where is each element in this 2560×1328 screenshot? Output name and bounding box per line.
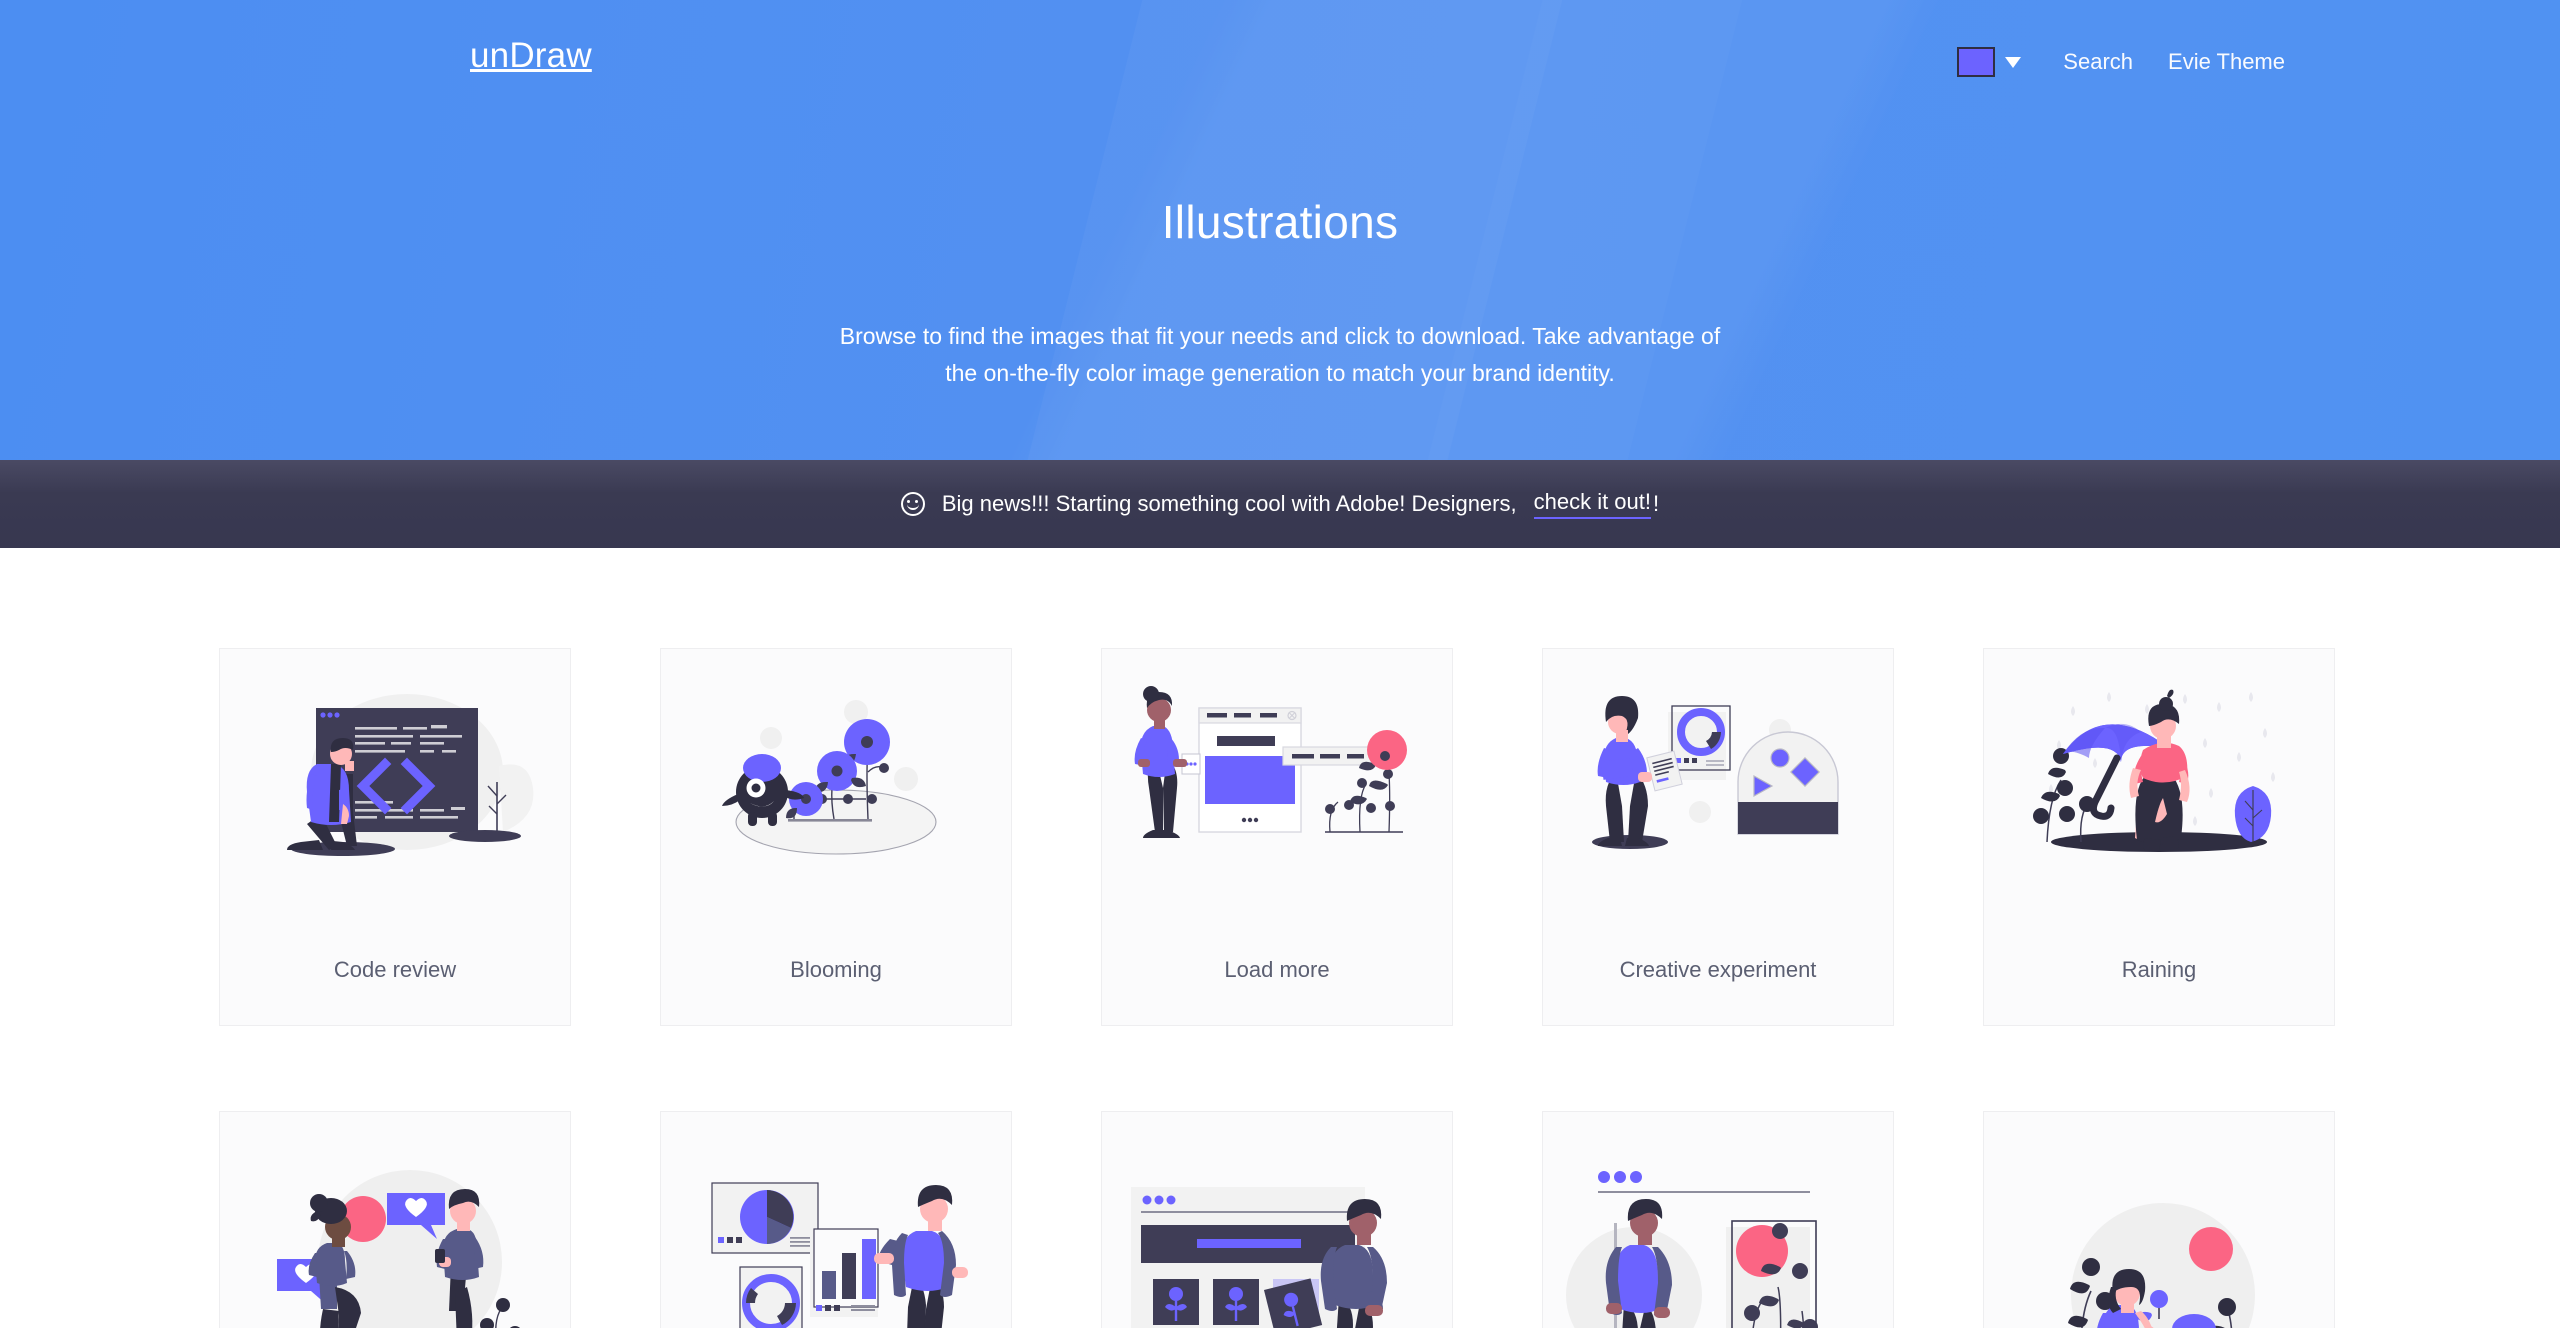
illustration-card-label: Code review <box>333 957 457 982</box>
illustration-card-load-more[interactable]: Load more <box>1101 648 1453 1026</box>
illustration-card-label: Raining <box>2121 957 2197 982</box>
charts-man-illustration <box>660 1112 1012 1328</box>
smiley-face-icon <box>900 492 925 516</box>
code-review-illustration <box>219 649 571 929</box>
illustration-card-blooming[interactable]: Blooming <box>660 648 1012 1026</box>
raining-illustration <box>1983 649 2335 929</box>
illustration-card-label: Creative experiment <box>1619 957 1817 982</box>
illustration-card-label: Load more <box>1224 957 1330 982</box>
color-swatch-icon[interactable] <box>1957 47 1996 77</box>
page-title: Illustrations <box>1161 196 1399 248</box>
nav-link-evie-theme[interactable]: Evie Theme <box>2168 49 2285 75</box>
illustration-card-framed-flowers[interactable] <box>1542 1111 1894 1328</box>
illustration-card-image-tiles[interactable] <box>1101 1111 1453 1328</box>
load-more-illustration <box>1101 649 1453 929</box>
illustration-card-label: Blooming <box>790 957 882 982</box>
announcement-banner: Big news!!! Starting something cool with… <box>0 460 2560 548</box>
illustration-card-code-review[interactable]: Code review <box>219 648 571 1026</box>
social-hearts-illustration <box>219 1112 571 1328</box>
illustration-gallery: Code review Blooming Load more Creative … <box>0 548 2560 1328</box>
illustration-card-social-hearts[interactable] <box>219 1111 571 1328</box>
chevron-down-icon[interactable] <box>2005 56 2022 68</box>
hero-subtitle-line-2: the on-the-fly color image generation to… <box>945 360 1615 387</box>
hero-subtitle-line-1: Browse to find the images that fit your … <box>839 323 1721 349</box>
illustration-card-creative-experiment[interactable]: Creative experiment <box>1542 648 1894 1026</box>
image-tiles-illustration <box>1101 1112 1453 1328</box>
hero-subtitle: Browse to find the images that fit your … <box>0 318 2560 393</box>
nav-link-search[interactable]: Search <box>2063 49 2133 75</box>
framed-flowers-illustration <box>1542 1112 1894 1328</box>
illustration-card-raining[interactable]: Raining <box>1983 648 2335 1026</box>
color-picker-group[interactable] <box>1957 47 2022 77</box>
illustration-card-girl-creature[interactable] <box>1983 1111 2335 1328</box>
creative-experiment-illustration <box>1542 649 1894 929</box>
announcement-banner-content: Big news!!! Starting something cool with… <box>900 489 1660 519</box>
blooming-illustration <box>660 649 1012 929</box>
top-navigation-bar: unDraw Search Evie Theme <box>0 0 2560 110</box>
announcement-link[interactable]: check it out! <box>1533 489 1651 519</box>
illustration-card-charts-man[interactable] <box>660 1111 1012 1328</box>
announcement-text: Big news!!! Starting something cool with… <box>941 491 1517 516</box>
illustration-grid: Code review Blooming Load more Creative … <box>219 648 2341 1328</box>
site-logo[interactable]: unDraw <box>470 38 592 73</box>
announcement-text-suffix: ! <box>1653 491 1660 516</box>
girl-creature-illustration <box>1983 1112 2335 1328</box>
hero-section: unDraw Search Evie Theme Illustrations B… <box>0 0 2560 460</box>
nav-right-group: Search Evie Theme <box>1957 47 2285 77</box>
